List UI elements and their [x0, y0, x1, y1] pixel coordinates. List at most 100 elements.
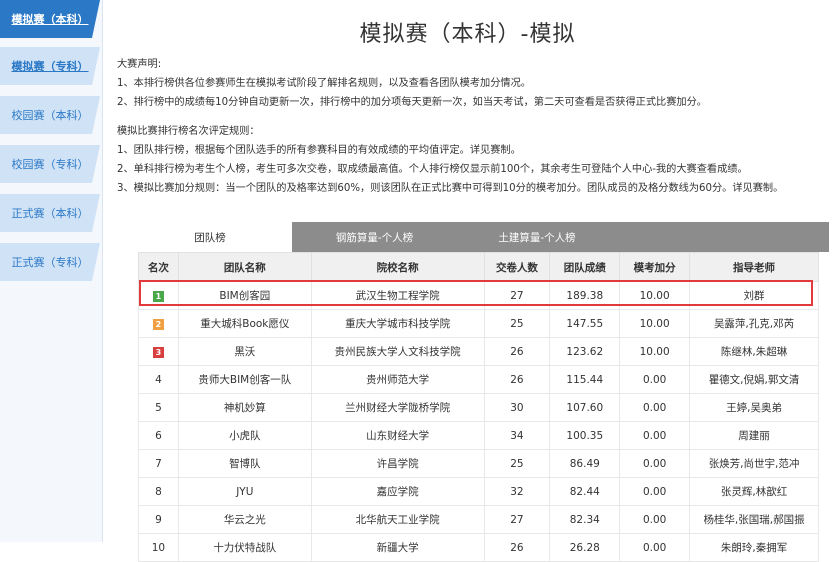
rules-notes: 大赛声明: 1、本排行榜供各位参赛师生在模拟考试阶段了解排名规则，以及查看各团队… [117, 55, 827, 198]
cell-teacher: 吴露萍,孔克,邓芮 [689, 309, 819, 338]
tab-team[interactable]: 团队榜 [128, 222, 292, 252]
cell-teacher: 杨桂华,张国瑞,郝国振 [689, 505, 819, 534]
cell-bonus: 0.00 [619, 421, 691, 450]
table-header-row: 名次 团队名称 院校名称 交卷人数 团队成绩 模考加分 指导老师 [138, 252, 819, 282]
ranking-tabs: 团队榜 钢筋算量-个人榜 土建算量-个人榜 [128, 222, 829, 252]
sidebar: 模拟赛（本科） 模拟赛（专科） 校园赛（本科） 校园赛（专科） 正式赛（本科） … [0, 0, 103, 542]
rank-badge: 3 [152, 346, 164, 358]
cell-score: 147.55 [549, 309, 621, 338]
cell-score: 189.38 [549, 281, 621, 310]
cell-team: 华云之光 [177, 505, 312, 534]
cell-teacher: 王婷,吴奥弟 [689, 393, 819, 422]
cell-rank: 9 [138, 505, 179, 534]
cell-bonus: 10.00 [619, 337, 691, 366]
notes-heading: 模拟比赛排行榜名次评定规则： [117, 126, 260, 137]
cell-school: 重庆大学城市科技学院 [310, 309, 485, 338]
sidebar-item-campus-undergrad[interactable]: 校园赛（本科） [0, 96, 100, 134]
cell-teacher: 陈继林,朱超琳 [689, 337, 819, 366]
rank-badge: 1 [152, 290, 164, 302]
cell-school: 北华航天工业学院 [310, 505, 485, 534]
cell-school: 武汉生物工程学院 [310, 281, 485, 310]
notes-line: 1、本排行榜供各位参赛师生在模拟考试阶段了解排名规则，以及查看各团队模考加分情况… [117, 78, 531, 89]
cell-rank: 6 [138, 421, 179, 450]
cell-rank: 3 [138, 337, 179, 366]
header-teacher: 指导老师 [689, 252, 819, 282]
cell-team: 黑沃 [177, 337, 312, 366]
cell-bonus: 10.00 [619, 281, 691, 310]
table-row: 6 小虎队 山东财经大学 34 100.35 0.00 周建丽 [138, 421, 819, 450]
cell-bonus: 0.00 [619, 365, 691, 394]
cell-count: 26 [483, 365, 551, 394]
cell-team: 十力伏特战队 [177, 533, 312, 562]
cell-rank: 2 [138, 309, 179, 338]
cell-score: 86.49 [549, 449, 621, 478]
cell-teacher: 朱朗玲,秦拥军 [689, 533, 819, 562]
sidebar-item-campus-college[interactable]: 校园赛（专科） [0, 145, 100, 183]
tab-civil-individual[interactable]: 土建算量-个人榜 [457, 222, 617, 252]
cell-score: 115.44 [549, 365, 621, 394]
cell-school: 贵州民族大学人文科技学院 [310, 337, 485, 366]
sidebar-item-official-undergrad[interactable]: 正式赛（本科） [0, 194, 100, 232]
page-title: 模拟赛（本科）-模拟 [359, 22, 576, 47]
sidebar-item-mock-undergrad[interactable]: 模拟赛（本科） [0, 0, 100, 38]
cell-count: 26 [483, 337, 551, 366]
table-row: 3 黑沃 贵州民族大学人文科技学院 26 123.62 10.00 陈继林,朱超琳 [138, 337, 819, 366]
header-rank: 名次 [138, 252, 179, 282]
ranking-table: 名次 团队名称 院校名称 交卷人数 团队成绩 模考加分 指导老师 1 BIM创客园… [138, 252, 819, 562]
cell-score: 107.60 [549, 393, 621, 422]
cell-team: 智博队 [177, 449, 312, 478]
cell-teacher: 刘群 [689, 281, 819, 310]
cell-school: 贵州师范大学 [310, 365, 485, 394]
header-team: 团队名称 [177, 252, 312, 282]
cell-bonus: 0.00 [619, 449, 691, 478]
header-bonus: 模考加分 [619, 252, 691, 282]
cell-rank: 8 [138, 477, 179, 506]
sidebar-item-mock-college[interactable]: 模拟赛（专科） [0, 47, 100, 85]
cell-school: 山东财经大学 [310, 421, 485, 450]
sidebar-item-label: 校园赛（本科） [11, 109, 89, 122]
cell-teacher: 瞿德文,倪娟,郭文清 [689, 365, 819, 394]
main-content: 模拟赛（本科）-模拟 大赛声明: 1、本排行榜供各位参赛师生在模拟考试阶段了解排… [103, 0, 832, 562]
sidebar-item-official-college[interactable]: 正式赛（专科） [0, 243, 100, 281]
cell-score: 82.34 [549, 505, 621, 534]
sidebar-item-label: 校园赛（专科） [11, 158, 89, 171]
table-row: 7 智博队 许昌学院 25 86.49 0.00 张焕芳,尚世宇,范冲 [138, 449, 819, 478]
cell-teacher: 张灵辉,林歆红 [689, 477, 819, 506]
cell-team: 神机妙算 [177, 393, 312, 422]
cell-school: 嘉应学院 [310, 477, 485, 506]
table-row: 10 十力伏特战队 新疆大学 26 26.28 0.00 朱朗玲,秦拥军 [138, 533, 819, 562]
cell-bonus: 10.00 [619, 309, 691, 338]
table-row: 5 神机妙算 兰州财经大学陇桥学院 30 107.60 0.00 王婷,吴奥弟 [138, 393, 819, 422]
table-row: 2 重大城科Book愿仪 重庆大学城市科技学院 25 147.55 10.00 吴露萍,孔克… [138, 309, 819, 338]
header-school: 院校名称 [310, 252, 485, 282]
cell-team: 小虎队 [177, 421, 312, 450]
cell-bonus: 0.00 [619, 477, 691, 506]
cell-count: 25 [483, 309, 551, 338]
notes-line: 2、排行榜中的成绩每10分钟自动更新一次，排行榜中的加分项每天更新一次，如当天考… [117, 97, 707, 108]
notes-heading: 大赛声明: [117, 59, 162, 70]
cell-count: 27 [483, 281, 551, 310]
cell-team: 贵师大BIM创客一队 [177, 365, 312, 394]
header-score: 团队成绩 [549, 252, 621, 282]
cell-bonus: 0.00 [619, 505, 691, 534]
cell-school: 新疆大学 [310, 533, 485, 562]
header-count: 交卷人数 [483, 252, 551, 282]
cell-school: 兰州财经大学陇桥学院 [310, 393, 485, 422]
cell-rank: 7 [138, 449, 179, 478]
cell-rank: 1 [138, 281, 179, 310]
notes-line: 1、团队排行榜，根据每个团队选手的所有参赛科目的有效成绩的平均值评定。详见赛制。 [117, 145, 521, 156]
table-row: 9 华云之光 北华航天工业学院 27 82.34 0.00 杨桂华,张国瑞,郝国振 [138, 505, 819, 534]
notes-line: 2、单科排行榜为考生个人榜，考生可多次交卷，取成绩最高值。个人排行榜仅显示前10… [117, 164, 748, 175]
cell-count: 25 [483, 449, 551, 478]
ranking-table-wrap: 名次 团队名称 院校名称 交卷人数 团队成绩 模考加分 指导老师 1 BIM创客园… [128, 252, 829, 562]
tab-rebar-individual[interactable]: 钢筋算量-个人榜 [292, 222, 457, 252]
cell-rank: 10 [138, 533, 179, 562]
cell-team: 重大城科Book愿仪 [177, 309, 312, 338]
cell-count: 32 [483, 477, 551, 506]
cell-score: 123.62 [549, 337, 621, 366]
table-body: 1 BIM创客园 武汉生物工程学院 27 189.38 10.00 刘群 2 重大城科Book愿… [138, 281, 819, 562]
cell-team: BIM创客园 [177, 281, 312, 310]
cell-score: 82.44 [549, 477, 621, 506]
cell-count: 34 [483, 421, 551, 450]
sidebar-item-label: 正式赛（专科） [11, 256, 89, 269]
